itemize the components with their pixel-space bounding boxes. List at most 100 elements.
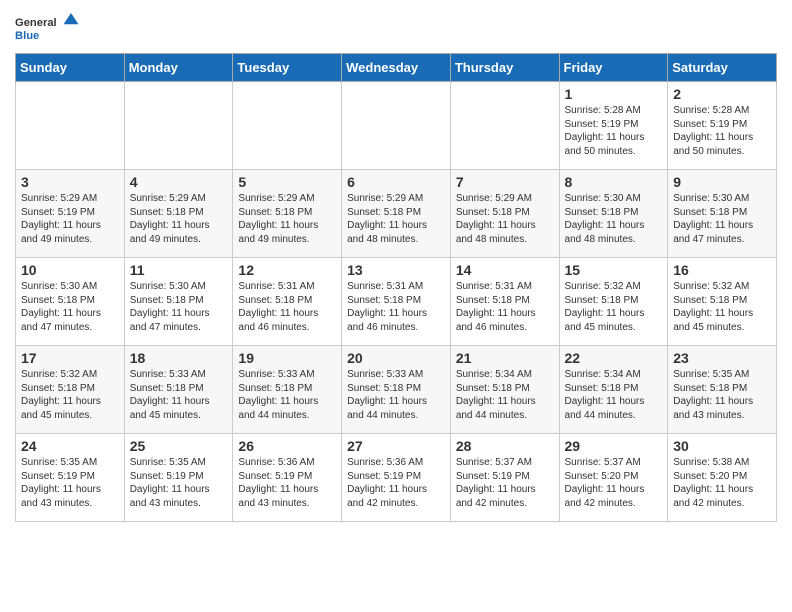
day-number: 25 xyxy=(130,438,228,454)
weekday-header-saturday: Saturday xyxy=(668,54,777,82)
calendar-week-row: 1 Sunrise: 5:28 AM Sunset: 5:19 PM Daylig… xyxy=(16,82,777,170)
logo: General Blue xyxy=(15,10,85,45)
day-info: Sunrise: 5:35 AM Sunset: 5:19 PM Dayligh… xyxy=(130,456,228,510)
day-info: Sunrise: 5:30 AM Sunset: 5:18 PM Dayligh… xyxy=(130,280,228,334)
calendar-cell: 3Sunrise: 5:29 AM Sunset: 5:19 PM Daylig… xyxy=(16,170,125,258)
calendar-header: SundayMondayTuesdayWednesdayThursdayFrid… xyxy=(16,54,777,82)
day-number: 13 xyxy=(347,262,445,278)
weekday-row: SundayMondayTuesdayWednesdayThursdayFrid… xyxy=(16,54,777,82)
day-number: 24 xyxy=(21,438,119,454)
calendar-cell: 20 Sunrise: 5:33 AM Sunset: 5:18 PM Dayli… xyxy=(342,346,451,434)
day-number: 26 xyxy=(238,438,336,454)
calendar-cell: 18 Sunrise: 5:33 AM Sunset: 5:18 PM Dayli… xyxy=(124,346,233,434)
calendar-cell: 8Sunrise: 5:30 AM Sunset: 5:18 PM Daylig… xyxy=(559,170,668,258)
calendar-week-row: 10 Sunrise: 5:30 AM Sunset: 5:18 PM Dayli… xyxy=(16,258,777,346)
calendar-cell: 1 Sunrise: 5:28 AM Sunset: 5:19 PM Daylig… xyxy=(559,82,668,170)
weekday-header-wednesday: Wednesday xyxy=(342,54,451,82)
calendar-week-row: 24 Sunrise: 5:35 AM Sunset: 5:19 PM Dayli… xyxy=(16,434,777,522)
calendar-cell: 2Sunrise: 5:28 AM Sunset: 5:19 PM Daylig… xyxy=(668,82,777,170)
day-number: 30 xyxy=(673,438,771,454)
day-info: Sunrise: 5:28 AM Sunset: 5:19 PM Dayligh… xyxy=(673,104,771,158)
calendar-cell: 23 Sunrise: 5:35 AM Sunset: 5:18 PM Dayli… xyxy=(668,346,777,434)
day-info: Sunrise: 5:37 AM Sunset: 5:20 PM Dayligh… xyxy=(565,456,663,510)
calendar-cell: 12Sunrise: 5:31 AM Sunset: 5:18 PM Dayli… xyxy=(233,258,342,346)
calendar-cell: 4 Sunrise: 5:29 AM Sunset: 5:18 PM Daylig… xyxy=(124,170,233,258)
day-number: 23 xyxy=(673,350,771,366)
calendar-cell: 14Sunrise: 5:31 AM Sunset: 5:18 PM Dayli… xyxy=(450,258,559,346)
day-info: Sunrise: 5:37 AM Sunset: 5:19 PM Dayligh… xyxy=(456,456,554,510)
day-number: 17 xyxy=(21,350,119,366)
day-number: 21 xyxy=(456,350,554,366)
day-info: Sunrise: 5:33 AM Sunset: 5:18 PM Dayligh… xyxy=(238,368,336,422)
calendar-cell: 22Sunrise: 5:34 AM Sunset: 5:18 PM Dayli… xyxy=(559,346,668,434)
day-number: 14 xyxy=(456,262,554,278)
day-info: Sunrise: 5:29 AM Sunset: 5:18 PM Dayligh… xyxy=(130,192,228,246)
day-info: Sunrise: 5:38 AM Sunset: 5:20 PM Dayligh… xyxy=(673,456,771,510)
day-info: Sunrise: 5:34 AM Sunset: 5:18 PM Dayligh… xyxy=(456,368,554,422)
day-number: 10 xyxy=(21,262,119,278)
day-number: 16 xyxy=(673,262,771,278)
calendar-week-row: 3Sunrise: 5:29 AM Sunset: 5:19 PM Daylig… xyxy=(16,170,777,258)
day-number: 19 xyxy=(238,350,336,366)
day-info: Sunrise: 5:29 AM Sunset: 5:18 PM Dayligh… xyxy=(347,192,445,246)
calendar-cell xyxy=(342,82,451,170)
calendar-cell: 24Sunrise: 5:35 AM Sunset: 5:19 PM Dayli… xyxy=(16,434,125,522)
day-number: 27 xyxy=(347,438,445,454)
calendar-cell: 11 Sunrise: 5:30 AM Sunset: 5:18 PM Dayli… xyxy=(124,258,233,346)
calendar-cell: 9Sunrise: 5:30 AM Sunset: 5:18 PM Daylig… xyxy=(668,170,777,258)
day-info: Sunrise: 5:32 AM Sunset: 5:18 PM Dayligh… xyxy=(21,368,119,422)
calendar-cell: 6 Sunrise: 5:29 AM Sunset: 5:18 PM Daylig… xyxy=(342,170,451,258)
weekday-header-monday: Monday xyxy=(124,54,233,82)
day-number: 7 xyxy=(456,174,554,190)
day-number: 6 xyxy=(347,174,445,190)
day-info: Sunrise: 5:36 AM Sunset: 5:19 PM Dayligh… xyxy=(347,456,445,510)
day-number: 28 xyxy=(456,438,554,454)
calendar-cell: 7 Sunrise: 5:29 AM Sunset: 5:18 PM Daylig… xyxy=(450,170,559,258)
calendar-cell: 27 Sunrise: 5:36 AM Sunset: 5:19 PM Dayli… xyxy=(342,434,451,522)
day-number: 8 xyxy=(565,174,663,190)
calendar-cell xyxy=(16,82,125,170)
day-number: 11 xyxy=(130,262,228,278)
day-number: 3 xyxy=(21,174,119,190)
weekday-header-tuesday: Tuesday xyxy=(233,54,342,82)
day-info: Sunrise: 5:32 AM Sunset: 5:18 PM Dayligh… xyxy=(673,280,771,334)
day-info: Sunrise: 5:28 AM Sunset: 5:19 PM Dayligh… xyxy=(565,104,663,158)
day-number: 5 xyxy=(238,174,336,190)
calendar-week-row: 17 Sunrise: 5:32 AM Sunset: 5:18 PM Dayli… xyxy=(16,346,777,434)
calendar-cell: 29Sunrise: 5:37 AM Sunset: 5:20 PM Dayli… xyxy=(559,434,668,522)
day-number: 4 xyxy=(130,174,228,190)
calendar-cell xyxy=(233,82,342,170)
calendar-cell: 21 Sunrise: 5:34 AM Sunset: 5:18 PM Dayli… xyxy=(450,346,559,434)
calendar-cell xyxy=(124,82,233,170)
day-number: 18 xyxy=(130,350,228,366)
day-info: Sunrise: 5:35 AM Sunset: 5:18 PM Dayligh… xyxy=(673,368,771,422)
calendar-cell: 28 Sunrise: 5:37 AM Sunset: 5:19 PM Dayli… xyxy=(450,434,559,522)
day-number: 22 xyxy=(565,350,663,366)
svg-text:Blue: Blue xyxy=(15,30,39,42)
weekday-header-friday: Friday xyxy=(559,54,668,82)
calendar-table: SundayMondayTuesdayWednesdayThursdayFrid… xyxy=(15,53,777,522)
day-number: 20 xyxy=(347,350,445,366)
calendar-cell: 25 Sunrise: 5:35 AM Sunset: 5:19 PM Dayli… xyxy=(124,434,233,522)
day-info: Sunrise: 5:32 AM Sunset: 5:18 PM Dayligh… xyxy=(565,280,663,334)
day-number: 1 xyxy=(565,86,663,102)
logo-icon: General Blue xyxy=(15,10,85,45)
day-info: Sunrise: 5:29 AM Sunset: 5:18 PM Dayligh… xyxy=(456,192,554,246)
weekday-header-sunday: Sunday xyxy=(16,54,125,82)
day-info: Sunrise: 5:29 AM Sunset: 5:18 PM Dayligh… xyxy=(238,192,336,246)
calendar-cell: 19 Sunrise: 5:33 AM Sunset: 5:18 PM Dayli… xyxy=(233,346,342,434)
calendar-cell: 10Sunrise: 5:30 AM Sunset: 5:18 PM Dayli… xyxy=(16,258,125,346)
calendar-cell: 26 Sunrise: 5:36 AM Sunset: 5:19 PM Dayli… xyxy=(233,434,342,522)
calendar-cell: 13 Sunrise: 5:31 AM Sunset: 5:18 PM Dayli… xyxy=(342,258,451,346)
calendar-cell: 17 Sunrise: 5:32 AM Sunset: 5:18 PM Dayli… xyxy=(16,346,125,434)
day-info: Sunrise: 5:36 AM Sunset: 5:19 PM Dayligh… xyxy=(238,456,336,510)
day-info: Sunrise: 5:33 AM Sunset: 5:18 PM Dayligh… xyxy=(130,368,228,422)
calendar-body: 1 Sunrise: 5:28 AM Sunset: 5:19 PM Daylig… xyxy=(16,82,777,522)
day-info: Sunrise: 5:30 AM Sunset: 5:18 PM Dayligh… xyxy=(673,192,771,246)
day-info: Sunrise: 5:33 AM Sunset: 5:18 PM Dayligh… xyxy=(347,368,445,422)
day-info: Sunrise: 5:31 AM Sunset: 5:18 PM Dayligh… xyxy=(347,280,445,334)
day-info: Sunrise: 5:31 AM Sunset: 5:18 PM Dayligh… xyxy=(238,280,336,334)
svg-text:General: General xyxy=(15,17,57,29)
day-number: 15 xyxy=(565,262,663,278)
weekday-header-thursday: Thursday xyxy=(450,54,559,82)
